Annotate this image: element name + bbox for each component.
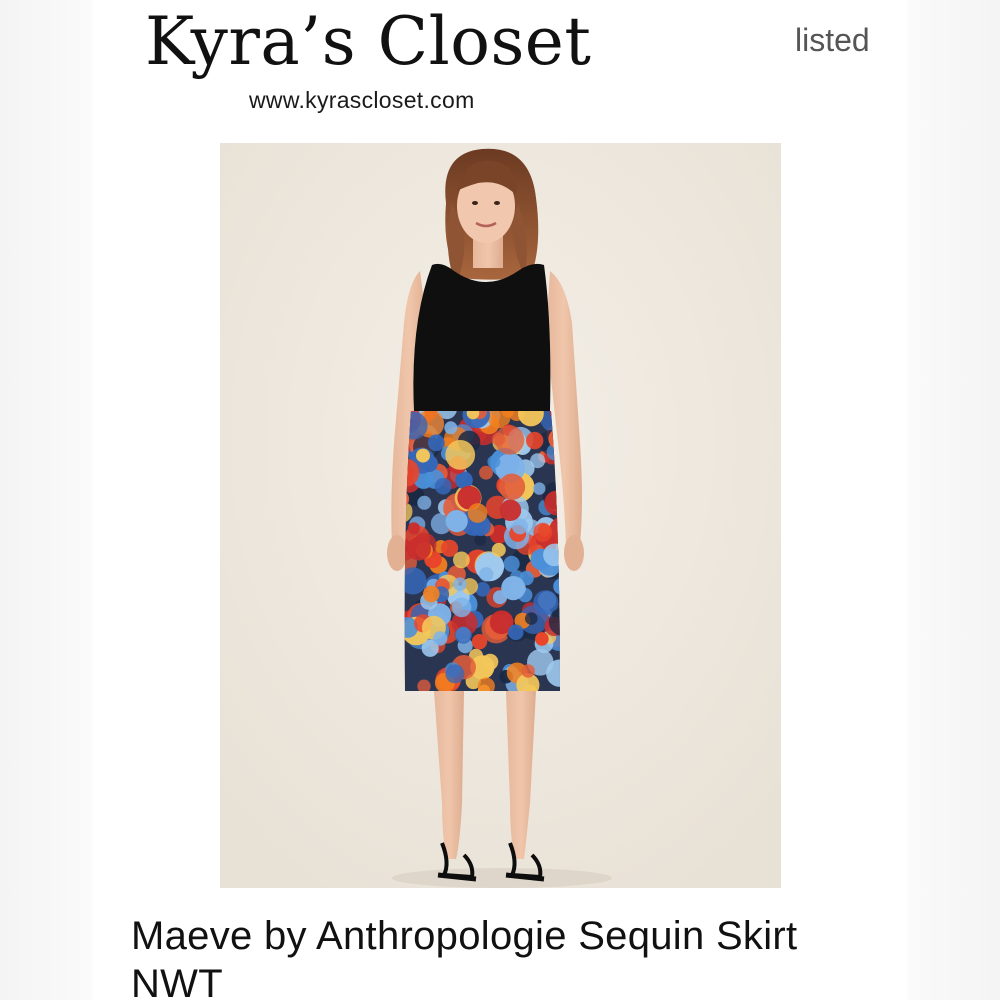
sequin-dot <box>444 421 458 435</box>
sequin-dot <box>481 653 499 671</box>
sequin-dot <box>407 536 431 561</box>
sequin-dot <box>498 473 526 500</box>
sequin-dot <box>451 597 472 618</box>
sequin-dot <box>467 503 488 523</box>
sequin-dot <box>427 434 445 452</box>
product-photo[interactable] <box>220 143 781 888</box>
sequin-dot <box>479 567 494 582</box>
sequin-dot <box>453 577 467 591</box>
sequin-dot <box>494 425 525 455</box>
sequin-dot <box>503 555 520 572</box>
sequin-dot <box>454 626 472 644</box>
sequin-dot <box>512 518 528 535</box>
sequin-dot <box>471 634 488 650</box>
listing-status: listed <box>795 22 870 58</box>
sequin-dot <box>416 448 430 463</box>
brand-url[interactable]: www.kyrascloset.com <box>249 87 475 114</box>
sequin-dot <box>533 522 553 542</box>
sequin-dot <box>535 632 549 646</box>
sequin-dot <box>533 482 546 495</box>
sequin-dot <box>487 455 501 469</box>
listing-page: Kyra’s Closet www.kyrascloset.com listed <box>0 0 1000 1000</box>
sequin-dot <box>491 542 506 557</box>
sequin-dot <box>434 478 452 495</box>
sequin-dot <box>525 612 538 625</box>
sequin-dot <box>526 431 544 450</box>
sequin-dot <box>445 664 465 684</box>
sequin-dot <box>499 499 522 521</box>
sequin-dot <box>417 495 432 510</box>
model-illustration <box>220 143 781 888</box>
sequin-dot <box>407 522 420 535</box>
sequin-dot <box>453 551 470 569</box>
sequin-dot <box>445 510 468 533</box>
sequin-dot <box>423 585 440 603</box>
sequin-dot <box>508 624 524 640</box>
sequin-dot <box>417 679 431 691</box>
sequin-dot <box>445 440 476 470</box>
sequin-dot <box>530 453 546 469</box>
sequin-dot <box>521 664 535 678</box>
product-title[interactable]: Maeve by Anthropologie Sequin Skirt NWT <box>131 912 891 1000</box>
sequin-dot <box>433 631 448 646</box>
sequin-dot <box>501 576 526 601</box>
brand-title: Kyra’s Closet <box>145 3 592 80</box>
sequin-dot <box>479 465 493 480</box>
